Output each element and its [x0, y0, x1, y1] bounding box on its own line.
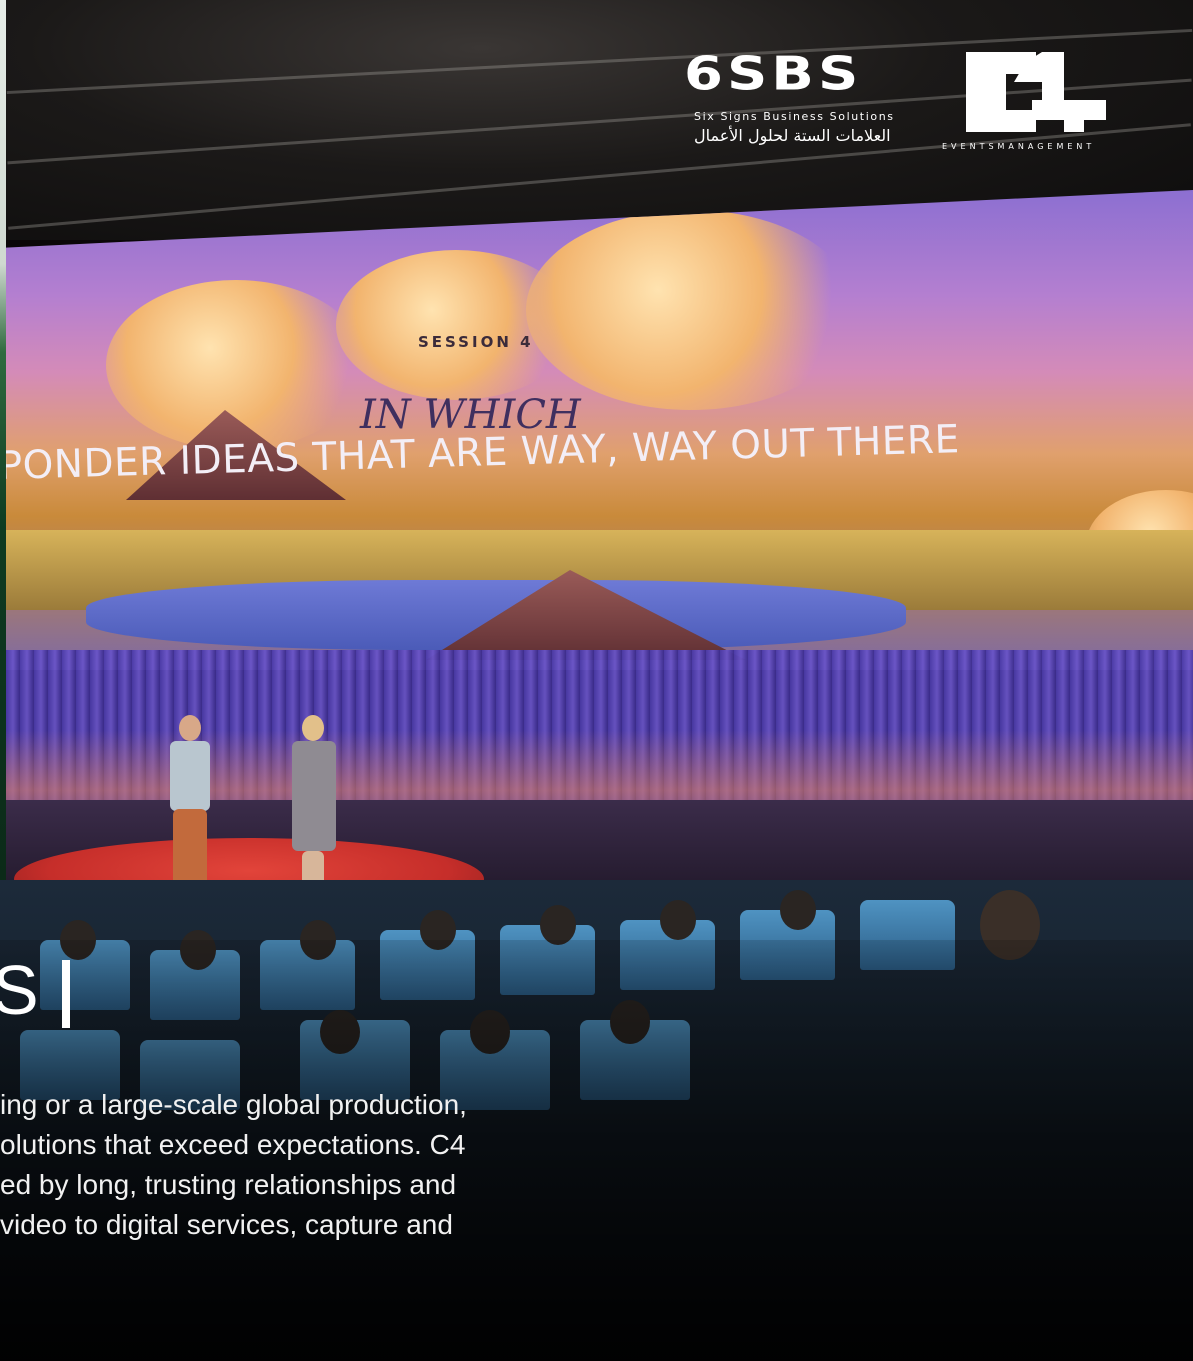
6sbs-english-name: Six Signs Business Solutions	[694, 110, 895, 123]
screen-session-label: SESSION 4	[418, 333, 534, 351]
6sbs-wordmark: 6SBS	[684, 47, 863, 102]
description-line: olutions that exceed expectations. C4	[0, 1129, 466, 1160]
description-line: ing or a large-scale global production,	[0, 1089, 467, 1120]
description-paragraph: ing or a large-scale global production, …	[0, 1085, 600, 1245]
6sbs-logo: 6SBS Six Signs Business Solutions العلام…	[684, 52, 924, 152]
c4-mark-icon	[966, 52, 1106, 132]
left-edge-strip	[0, 0, 6, 880]
section-heading: S	[0, 951, 39, 1029]
c4-logo: EVENTSMANAGEMENT	[942, 52, 1132, 157]
description-line: video to digital services, capture and	[0, 1209, 453, 1240]
description-line: ed by long, trusting relationships and	[0, 1169, 457, 1200]
6sbs-arabic-name: العلامات الستة لحلول الأعمال	[694, 126, 891, 145]
heading-divider	[62, 960, 70, 1028]
c4-subtitle: EVENTSMANAGEMENT	[942, 142, 1096, 151]
